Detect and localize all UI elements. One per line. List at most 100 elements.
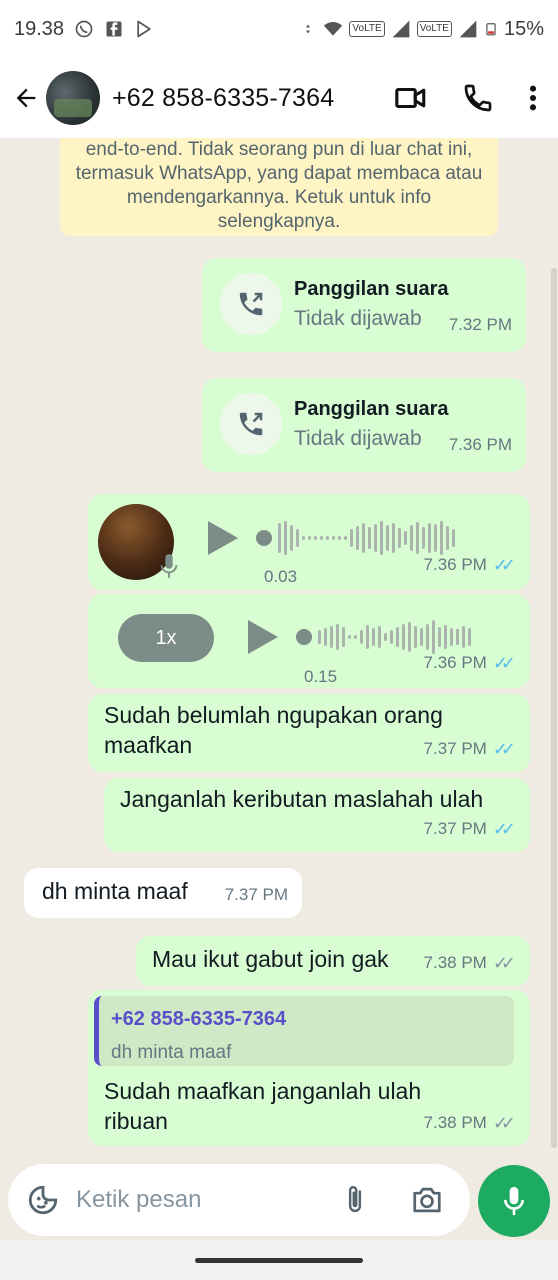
voice-message-bubble[interactable]: 0.03 7.36 PM ✓✓ bbox=[88, 494, 530, 590]
chat-area[interactable]: end-to-end. Tidak seorang pun di luar ch… bbox=[0, 138, 558, 1160]
volte-badge-1: VoLTE bbox=[349, 21, 385, 37]
playback-speed-button[interactable]: 1x bbox=[118, 614, 214, 662]
microphone-icon bbox=[504, 1186, 524, 1216]
waveform-bar bbox=[366, 625, 369, 649]
waveform-bar bbox=[362, 523, 365, 553]
waveform-bar bbox=[374, 524, 377, 552]
chat-header: +62 858-6335-7364 bbox=[0, 58, 558, 138]
home-gesture-handle[interactable] bbox=[195, 1258, 363, 1263]
playback-position[interactable] bbox=[296, 629, 312, 645]
battery-icon bbox=[486, 23, 496, 36]
delivered-receipt-icon: ✓✓ bbox=[492, 1113, 516, 1133]
waveform-bar bbox=[350, 529, 353, 547]
attachment-icon[interactable] bbox=[340, 1183, 370, 1217]
voice-duration: 0.15 bbox=[304, 667, 338, 686]
waveform-bar bbox=[426, 624, 429, 650]
missed-call-bubble[interactable]: Panggilan suara Tidak dijawab 7.36 PM bbox=[202, 378, 526, 472]
call-status: Tidak dijawab bbox=[294, 307, 422, 330]
call-status: Tidak dijawab bbox=[294, 427, 422, 450]
video-call-icon[interactable] bbox=[394, 81, 428, 115]
waveform-bar bbox=[320, 536, 323, 540]
back-arrow-icon[interactable] bbox=[12, 84, 40, 112]
message-time: 7.38 PM bbox=[423, 953, 487, 972]
waveform-bar bbox=[338, 536, 341, 540]
signal-icon-2 bbox=[459, 20, 477, 38]
waveform-bar bbox=[408, 622, 411, 652]
voice-record-button[interactable] bbox=[478, 1165, 550, 1237]
waveform-bar bbox=[390, 630, 393, 644]
waveform-bar bbox=[422, 527, 425, 549]
message-text: Janganlah keributan maslahah ulah bbox=[120, 786, 484, 812]
waveform-bar bbox=[342, 627, 345, 647]
wifi-icon bbox=[324, 22, 343, 36]
quoted-text: dh minta maaf bbox=[111, 1042, 232, 1063]
waveform-bar bbox=[336, 624, 339, 650]
message-composer: Ketik pesan bbox=[0, 1160, 558, 1240]
encryption-notice[interactable]: end-to-end. Tidak seorang pun di luar ch… bbox=[60, 138, 498, 236]
battery-level: 15% bbox=[503, 17, 544, 40]
read-receipt-icon: ✓✓ bbox=[492, 819, 516, 839]
waveform-bar bbox=[378, 626, 381, 648]
whatsapp-icon bbox=[75, 20, 93, 38]
waveform-bar bbox=[314, 536, 317, 540]
text-message-bubble[interactable]: Mau ikut gabut join gak 7.38 PM ✓✓ bbox=[136, 936, 530, 986]
message-time: 7.36 PM bbox=[423, 555, 487, 574]
waveform-bar bbox=[420, 628, 423, 646]
reply-message-bubble[interactable]: +62 858-6335-7364 dh minta maaf Sudah ma… bbox=[88, 990, 530, 1146]
waveform-bar bbox=[380, 521, 383, 555]
more-options-icon[interactable] bbox=[528, 84, 538, 112]
message-time: 7.38 PM bbox=[423, 1113, 487, 1132]
message-time: 7.36 PM bbox=[448, 435, 512, 454]
waveform-bar bbox=[456, 629, 459, 645]
call-bubble-icon bbox=[220, 393, 282, 455]
text-message-bubble[interactable]: Janganlah keributan maslahah ulah 7.37 P… bbox=[104, 778, 530, 852]
playback-position[interactable] bbox=[256, 530, 272, 546]
chat-scrollbar[interactable] bbox=[551, 268, 557, 1148]
play-store-icon bbox=[137, 20, 151, 38]
waveform-bar bbox=[452, 529, 455, 547]
volte-badge-2: VoLTE bbox=[416, 21, 452, 37]
waveform-bar bbox=[398, 528, 401, 548]
read-receipt-icon: ✓✓ bbox=[492, 739, 516, 759]
call-title: Panggilan suara bbox=[294, 398, 449, 420]
contact-name[interactable]: +62 858-6335-7364 bbox=[112, 84, 334, 113]
play-button[interactable] bbox=[248, 620, 278, 654]
waveform-bar bbox=[368, 527, 371, 549]
waveform-bar bbox=[296, 529, 299, 547]
voice-message-bubble[interactable]: 1x 0.15 7.36 PM ✓✓ bbox=[88, 594, 530, 688]
waveform-bar bbox=[414, 626, 417, 648]
delivered-receipt-icon: ✓✓ bbox=[492, 953, 516, 973]
waveform-bar bbox=[348, 635, 351, 639]
data-arrows-icon bbox=[306, 24, 311, 34]
message-time: 7.37 PM bbox=[423, 819, 487, 838]
text-message-bubble[interactable]: Sudah belumlah ngupakan orang maafkan 7.… bbox=[88, 694, 530, 772]
contact-avatar[interactable] bbox=[46, 71, 100, 125]
message-input[interactable]: Ketik pesan bbox=[8, 1164, 470, 1236]
waveform-bar bbox=[386, 525, 389, 551]
voice-duration: 0.03 bbox=[264, 567, 298, 586]
waveform-bar bbox=[356, 526, 359, 550]
waveform-bar bbox=[450, 628, 453, 646]
waveform-bar bbox=[326, 536, 329, 540]
play-button[interactable] bbox=[208, 521, 238, 555]
camera-icon[interactable] bbox=[410, 1185, 444, 1215]
waveform-bar bbox=[434, 524, 437, 552]
waveform-bar bbox=[462, 626, 465, 648]
read-receipt-icon: ✓✓ bbox=[492, 653, 516, 673]
microphone-icon bbox=[160, 554, 178, 578]
message-time: 7.32 PM bbox=[448, 315, 512, 334]
missed-call-icon bbox=[239, 412, 263, 436]
input-placeholder: Ketik pesan bbox=[76, 1186, 202, 1213]
voice-call-icon[interactable] bbox=[462, 82, 494, 114]
waveform-bar bbox=[324, 628, 327, 646]
waveform-bar bbox=[384, 633, 387, 641]
quoted-message[interactable]: +62 858-6335-7364 dh minta maaf bbox=[94, 996, 514, 1066]
signal-icon-1 bbox=[392, 20, 410, 38]
waveform-bar bbox=[344, 536, 347, 540]
waveform-bar bbox=[354, 635, 357, 639]
waveform-bar bbox=[284, 521, 287, 555]
missed-call-bubble[interactable]: Panggilan suara Tidak dijawab 7.32 PM bbox=[202, 258, 526, 352]
waveform-bar bbox=[318, 630, 321, 644]
incoming-message-bubble[interactable]: dh minta maaf 7.37 PM bbox=[24, 868, 302, 918]
emoji-sticker-icon[interactable] bbox=[26, 1183, 60, 1217]
